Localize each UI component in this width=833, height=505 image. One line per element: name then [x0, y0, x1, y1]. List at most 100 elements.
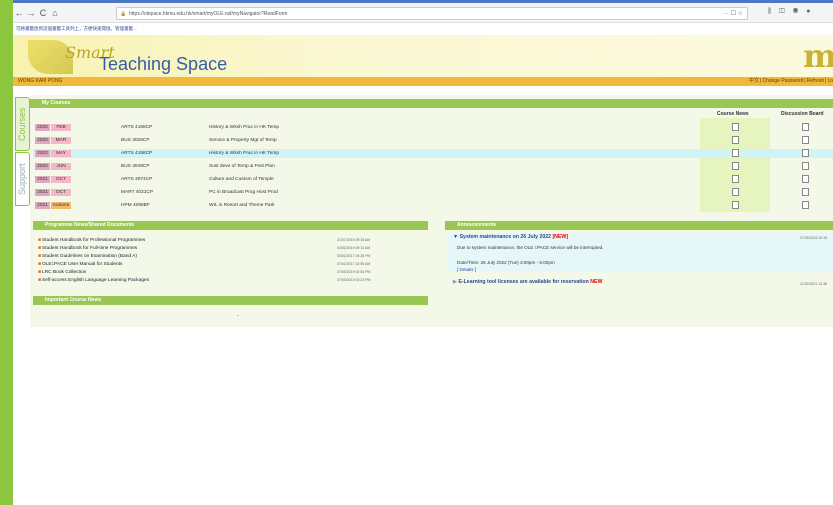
- course-row[interactable]: 2022 MAY ARTS 4158CP History & Wksh Prac…: [35, 149, 325, 158]
- tab-support[interactable]: Support: [15, 152, 30, 206]
- course-term: OCT: [51, 176, 71, 183]
- course-row[interactable]: 2021 OCT MART 4021CP PC in Broadcast Pro…: [35, 188, 325, 197]
- announcements-header: Announcements: [445, 221, 833, 230]
- course-code[interactable]: ARTS 3074CP: [121, 175, 152, 184]
- forward-icon[interactable]: →: [25, 8, 37, 18]
- document-link[interactable]: ■OLEi.PACE User Manual for Students: [38, 261, 122, 267]
- course-year: 2021: [35, 202, 50, 209]
- course-name[interactable]: Culture and Custom of Temple: [209, 175, 274, 184]
- logout-link[interactable]: Lo: [827, 78, 833, 84]
- site-header: Smart Teaching Space mu: [13, 35, 833, 77]
- language-link[interactable]: 中文: [749, 78, 759, 84]
- document-bullet-icon: ■: [38, 245, 42, 251]
- course-news-heading: Course News: [717, 111, 749, 117]
- document-date: 04/02/2019 09:13 AM: [337, 246, 371, 250]
- course-row[interactable]: 2022 FEB ARTS 4158CP History & Wksh Prac…: [35, 123, 325, 132]
- course-news-icon[interactable]: [732, 123, 739, 131]
- logo-title: Teaching Space: [99, 54, 228, 74]
- browser-extension-icons[interactable]: ⫼ ◫ ◉ ●: [768, 8, 813, 16]
- important-news-empty: -: [237, 313, 239, 319]
- course-row[interactable]: 2021 OCT ARTS 3074CP Culture and Custom …: [35, 175, 325, 184]
- new-badge: [NEW]: [552, 234, 569, 240]
- course-name[interactable]: History & Wksh Prac in HK Temp: [209, 149, 279, 158]
- important-news-header: Important Course News: [33, 296, 428, 305]
- back-icon[interactable]: ←: [13, 8, 25, 18]
- username: WONG KAM PONG: [18, 78, 63, 84]
- course-code[interactable]: MART 4021CP: [121, 188, 153, 197]
- page-actions-icon[interactable]: ··· ☐ ☆: [723, 10, 743, 17]
- course-year: 2022: [35, 150, 50, 157]
- course-name[interactable]: WIL in Resort and Theme Park: [209, 201, 275, 210]
- course-term: FEB: [51, 124, 71, 131]
- document-bullet-icon: ■: [38, 253, 42, 259]
- my-courses-header: My Courses: [30, 99, 833, 108]
- expand-icon[interactable]: ▶: [453, 279, 457, 285]
- document-date: 07/02/2017 10:55 AM: [337, 262, 371, 266]
- change-password-link[interactable]: Change Password: [762, 78, 803, 84]
- course-news-icon[interactable]: [732, 201, 739, 209]
- discussion-board-icon[interactable]: [802, 175, 809, 183]
- discussion-board-icon[interactable]: [802, 136, 809, 144]
- details-link[interactable]: [ Details ]: [457, 267, 476, 272]
- discussion-board-icon[interactable]: [802, 149, 809, 157]
- discussion-board-icon[interactable]: [802, 162, 809, 170]
- lock-icon: 🔒: [120, 10, 127, 17]
- url-text: https://olepace.hkmu.edu.hk/smart/myOLE.…: [129, 10, 288, 17]
- discussion-board-heading: Discussion Board: [781, 111, 824, 117]
- document-date: 03/02/2017 04:28 PM: [337, 254, 371, 258]
- course-news-icon[interactable]: [732, 149, 739, 157]
- course-term: Autumn: [51, 202, 71, 209]
- course-name[interactable]: Service & Property Mgt of Temp: [209, 136, 277, 145]
- programme-news-header: Programme News/Shared Documents: [33, 221, 428, 230]
- course-code[interactable]: ARTS 4158CP: [121, 149, 152, 158]
- document-date: 07/03/2019 02:53 PM: [337, 270, 371, 274]
- document-link[interactable]: ■LRC Book Collection: [38, 269, 86, 275]
- course-name[interactable]: PC in Broadcast Prog Host Prod: [209, 188, 278, 197]
- reload-icon[interactable]: C: [37, 8, 49, 18]
- course-news-icon[interactable]: [732, 188, 739, 196]
- browser-toolbar: ← → C ⌂ 🔒 https://olepace.hkmu.edu.hk/sm…: [13, 3, 833, 23]
- course-code[interactable]: BUS 3028CP: [121, 136, 150, 145]
- document-link[interactable]: ■Student Handbook for Full-time Programm…: [38, 245, 137, 251]
- document-link[interactable]: ■Student Handbook for Professional Progr…: [38, 237, 145, 243]
- course-code[interactable]: BUS 4048CP: [121, 162, 150, 171]
- bookmarks-notice[interactable]: 可將書籤放到這個書籤工具列上，方便快速開啟。管理書籤...: [13, 23, 833, 35]
- course-row[interactable]: 2022 JUN BUS 4048CP Sust deve of Temp & …: [35, 162, 325, 171]
- course-year: 2022: [35, 124, 50, 131]
- document-bullet-icon: ■: [38, 269, 42, 275]
- document-link[interactable]: ■Student Guidelines on Examination (Band…: [38, 253, 137, 259]
- tab-courses[interactable]: Courses: [15, 97, 30, 151]
- course-year: 2022: [35, 163, 50, 170]
- discussion-board-icon[interactable]: [802, 201, 809, 209]
- discussion-board-icon[interactable]: [802, 188, 809, 196]
- course-code[interactable]: HPM 4098BF: [121, 201, 150, 210]
- address-bar[interactable]: 🔒 https://olepace.hkmu.edu.hk/smart/myOL…: [116, 7, 748, 20]
- refresh-link[interactable]: Refresh: [807, 78, 825, 84]
- announcement-title[interactable]: ▶ E-Learning tool licenses are available…: [453, 279, 602, 285]
- announcement-title[interactable]: ▼ System maintenance on 26 July 2022 [NE…: [453, 234, 568, 240]
- document-date: 07/03/2019 02:23 PM: [337, 278, 371, 282]
- course-news-icon[interactable]: [732, 175, 739, 183]
- document-bullet-icon: ■: [38, 277, 42, 283]
- course-name[interactable]: Sust deve of Temp & Fest Plan: [209, 162, 275, 171]
- user-links: 中文|Change Password|Refresh|Lo: [749, 78, 833, 84]
- course-code[interactable]: ARTS 4158CP: [121, 123, 152, 132]
- discussion-board-icon[interactable]: [802, 123, 809, 131]
- announcement-date: 07/25/2022 10:15: [800, 236, 828, 240]
- home-icon[interactable]: ⌂: [49, 8, 61, 18]
- course-term: MAY: [51, 150, 71, 157]
- document-bullet-icon: ■: [38, 261, 42, 267]
- collapse-icon[interactable]: ▼: [453, 234, 458, 240]
- document-bullet-icon: ■: [38, 237, 42, 243]
- document-link[interactable]: ■Self-access English Language Learning P…: [38, 277, 149, 283]
- course-row[interactable]: 2022 MAR BUS 3028CP Service & Property M…: [35, 136, 325, 145]
- course-name[interactable]: History & Wksh Prac in HK Temp: [209, 123, 279, 132]
- course-term: MAR: [51, 137, 71, 144]
- course-news-icon[interactable]: [732, 162, 739, 170]
- announcement-body: Due to system maintenance, the OLE i.PAC…: [457, 245, 604, 250]
- course-year: 2021: [35, 176, 50, 183]
- course-row[interactable]: 2021 Autumn HPM 4098BF WIL in Resort and…: [35, 201, 325, 210]
- document-date: 21/07/2016 09:33 AM: [337, 238, 371, 242]
- course-news-icon[interactable]: [732, 136, 739, 144]
- left-accent-strip: [0, 0, 13, 505]
